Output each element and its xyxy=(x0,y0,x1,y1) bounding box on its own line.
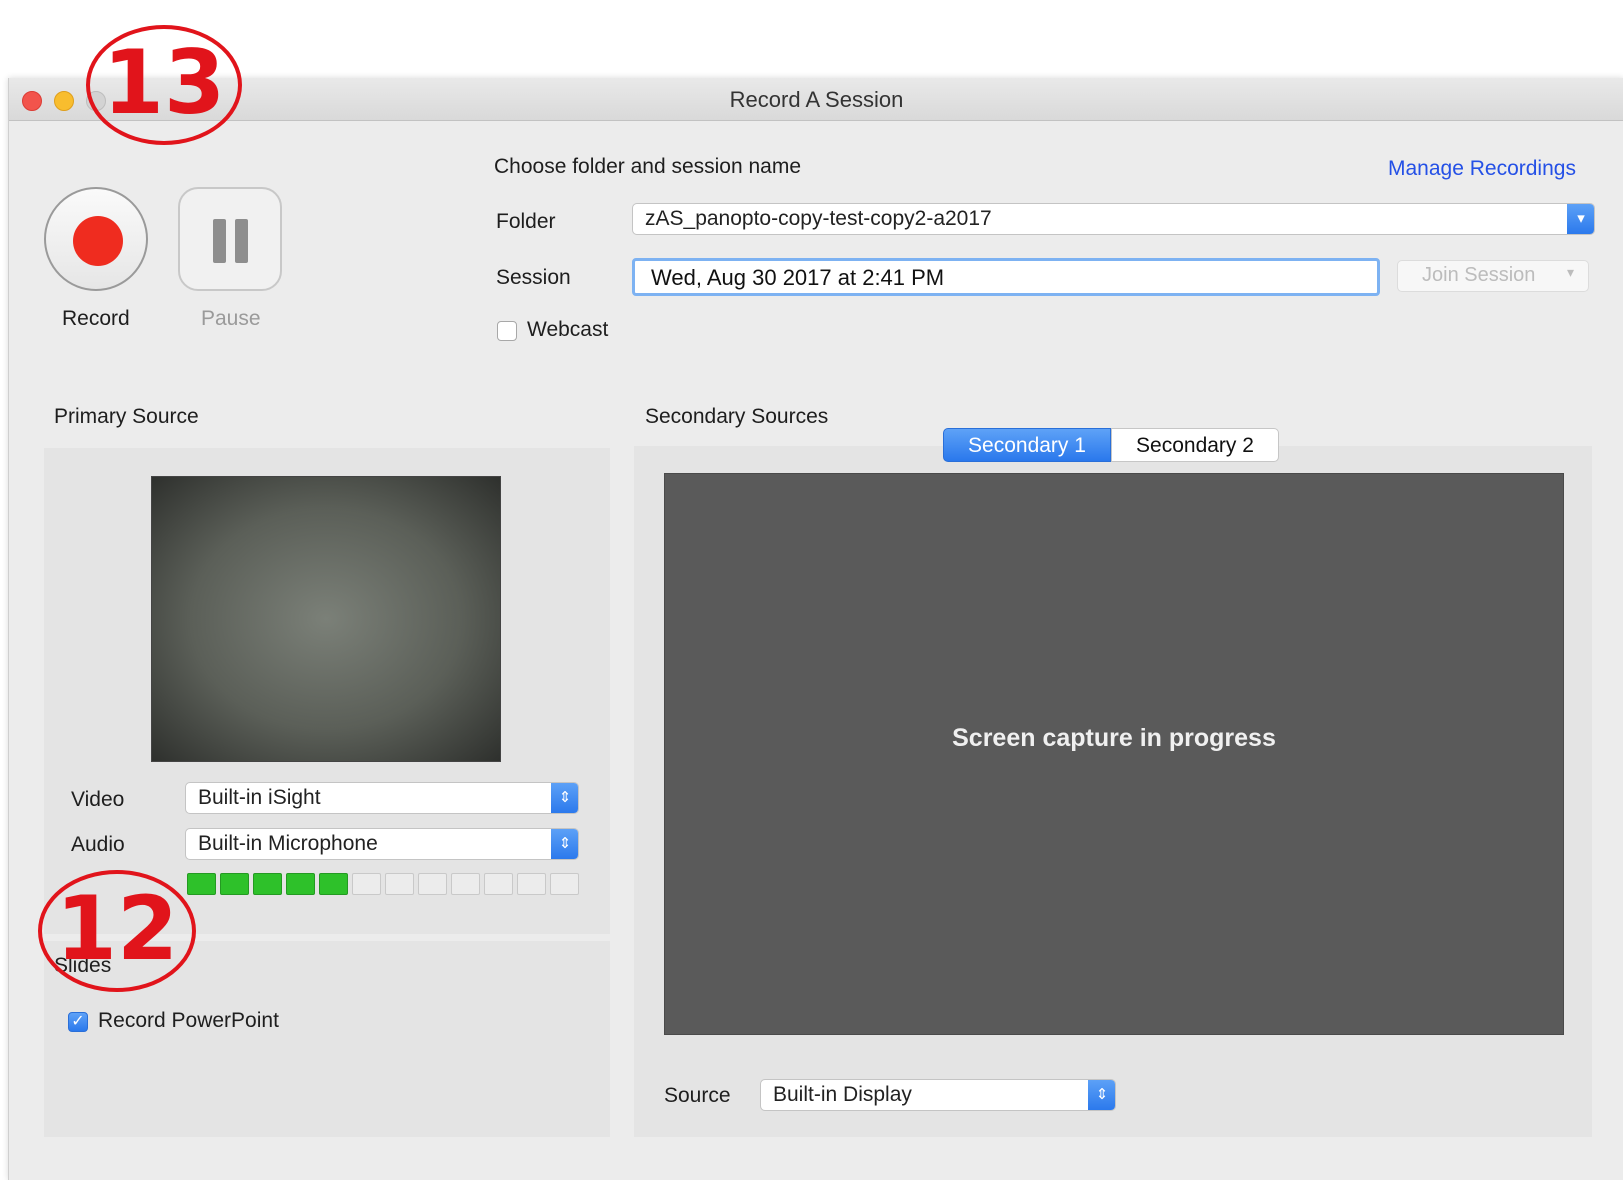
record-powerpoint-checkbox[interactable]: ✓ xyxy=(68,1012,88,1032)
source-value: Built-in Display xyxy=(773,1083,912,1106)
folder-value: zAS_panopto-copy-test-copy2-a2017 xyxy=(645,207,992,230)
video-label: Video xyxy=(71,788,125,811)
updown-arrows-icon: ⇕ xyxy=(1088,1080,1115,1110)
audio-level-segment xyxy=(187,873,216,895)
source-label: Source xyxy=(664,1084,731,1107)
capture-status-text: Screen capture in progress xyxy=(952,724,1276,752)
screen-capture-preview: Screen capture in progress xyxy=(664,473,1564,1035)
audio-level-segment xyxy=(352,873,381,895)
window-title: Record A Session xyxy=(729,87,904,112)
audio-level-segment xyxy=(319,873,348,895)
session-name-input[interactable]: Wed, Aug 30 2017 at 2:41 PM xyxy=(632,258,1380,296)
audio-select[interactable]: Built-in Microphone ⇕ xyxy=(185,828,579,860)
updown-arrows-icon: ⇕ xyxy=(551,783,578,813)
audio-value: Built-in Microphone xyxy=(198,832,378,855)
chevron-down-icon: ▾ xyxy=(1566,264,1574,280)
audio-level-segment xyxy=(253,873,282,895)
video-value: Built-in iSight xyxy=(198,786,321,809)
session-setup-heading: Choose folder and session name xyxy=(494,155,802,178)
callout-13-annotation: 13 xyxy=(86,25,242,145)
audio-level-segment xyxy=(286,873,315,895)
audio-level-segment xyxy=(451,873,480,895)
source-select[interactable]: Built-in Display ⇕ xyxy=(760,1079,1116,1111)
primary-source-heading: Primary Source xyxy=(54,405,199,428)
chevron-down-icon: ▾ xyxy=(1567,204,1594,234)
audio-level-segment xyxy=(385,873,414,895)
record-label: Record xyxy=(62,307,130,330)
webcast-checkbox[interactable] xyxy=(497,321,517,341)
title-bar: Record A Session xyxy=(9,78,1623,121)
tab-secondary-1[interactable]: Secondary 1 xyxy=(943,428,1111,462)
secondary-sources-heading: Secondary Sources xyxy=(645,405,829,428)
join-session-button: Join Session ▾ xyxy=(1397,260,1589,292)
record-icon xyxy=(73,216,123,266)
audio-label: Audio xyxy=(71,833,125,856)
video-select[interactable]: Built-in iSight ⇕ xyxy=(185,782,579,814)
pause-label: Pause xyxy=(201,307,261,330)
pause-button[interactable] xyxy=(178,187,282,291)
record-powerpoint-label: Record PowerPoint xyxy=(98,1009,279,1032)
audio-level-segment xyxy=(418,873,447,895)
audio-level-segment xyxy=(220,873,249,895)
tab-secondary-2[interactable]: Secondary 2 xyxy=(1111,428,1279,462)
manage-recordings-link[interactable]: Manage Recordings xyxy=(1388,157,1576,181)
audio-level-segment xyxy=(550,873,579,895)
callout-12-annotation: 12 xyxy=(38,870,196,992)
folder-select[interactable]: zAS_panopto-copy-test-copy2-a2017 ▾ xyxy=(632,203,1595,235)
audio-level-segment xyxy=(484,873,513,895)
updown-arrows-icon: ⇕ xyxy=(551,829,578,859)
pause-icon xyxy=(213,219,226,263)
folder-label: Folder xyxy=(496,210,556,233)
webcast-label: Webcast xyxy=(527,318,609,341)
video-preview xyxy=(151,476,501,762)
pause-icon-bar xyxy=(235,219,248,263)
audio-level-segment xyxy=(517,873,546,895)
record-button[interactable] xyxy=(44,187,148,291)
session-label: Session xyxy=(496,266,571,289)
join-session-label: Join Session xyxy=(1422,264,1536,286)
